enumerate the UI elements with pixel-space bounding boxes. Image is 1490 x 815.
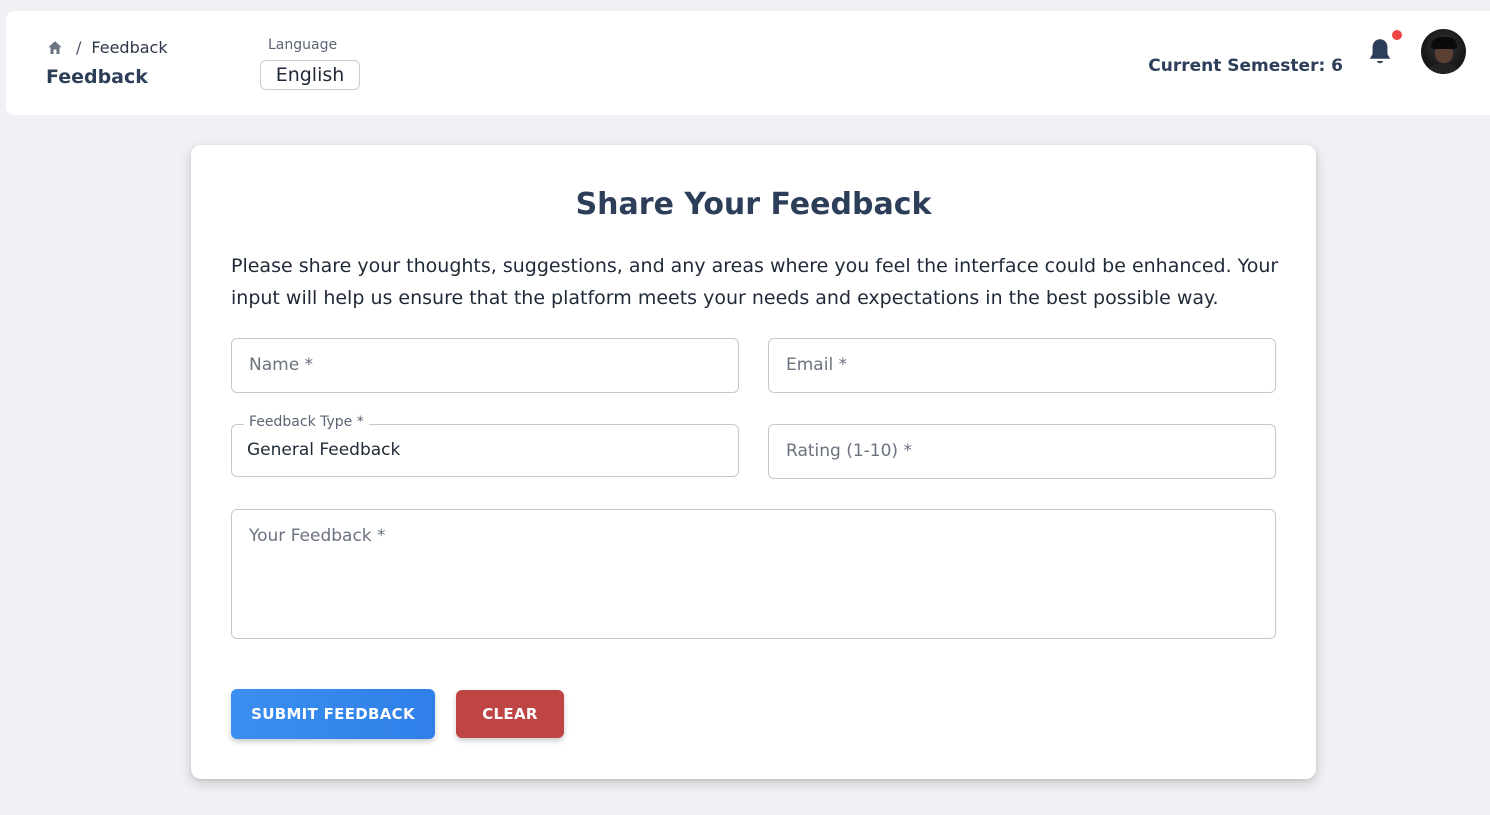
avatar[interactable]	[1421, 29, 1466, 74]
bell-icon[interactable]	[1366, 37, 1394, 69]
feedback-card: Share Your Feedback Please share your th…	[191, 145, 1316, 779]
home-icon[interactable]	[46, 39, 64, 57]
form-description: Please share your thoughts, suggestions,…	[231, 255, 1279, 309]
current-semester: Current Semester: 6	[1148, 56, 1343, 76]
language-label: Language	[268, 37, 338, 53]
breadcrumb-separator: /	[76, 38, 82, 57]
name-placeholder: Name *	[249, 355, 314, 375]
feedback-type-label: Feedback Type *	[244, 414, 369, 430]
rating-placeholder: Rating (1-10) *	[786, 441, 912, 461]
clear-button[interactable]: CLEAR	[456, 690, 564, 738]
name-field[interactable]: Name *	[231, 338, 739, 393]
top-header: / Feedback Feedback Language English Cur…	[6, 11, 1490, 115]
feedback-textarea[interactable]: Your Feedback *	[231, 509, 1276, 639]
notification-badge	[1392, 30, 1402, 40]
form-title: Share Your Feedback	[575, 187, 932, 222]
language-select[interactable]: English	[260, 60, 360, 90]
feedback-placeholder: Your Feedback *	[249, 526, 386, 546]
feedback-type-value: General Feedback	[247, 440, 401, 460]
rating-field[interactable]: Rating (1-10) *	[768, 424, 1276, 479]
submit-feedback-button[interactable]: SUBMIT FEEDBACK	[231, 689, 435, 739]
page-title: Feedback	[46, 66, 148, 88]
email-placeholder: Email *	[786, 355, 848, 375]
breadcrumb: / Feedback	[46, 38, 168, 57]
feedback-type-select[interactable]: Feedback Type * General Feedback	[231, 414, 739, 477]
email-field[interactable]: Email *	[768, 338, 1276, 393]
breadcrumb-current: Feedback	[91, 38, 168, 57]
